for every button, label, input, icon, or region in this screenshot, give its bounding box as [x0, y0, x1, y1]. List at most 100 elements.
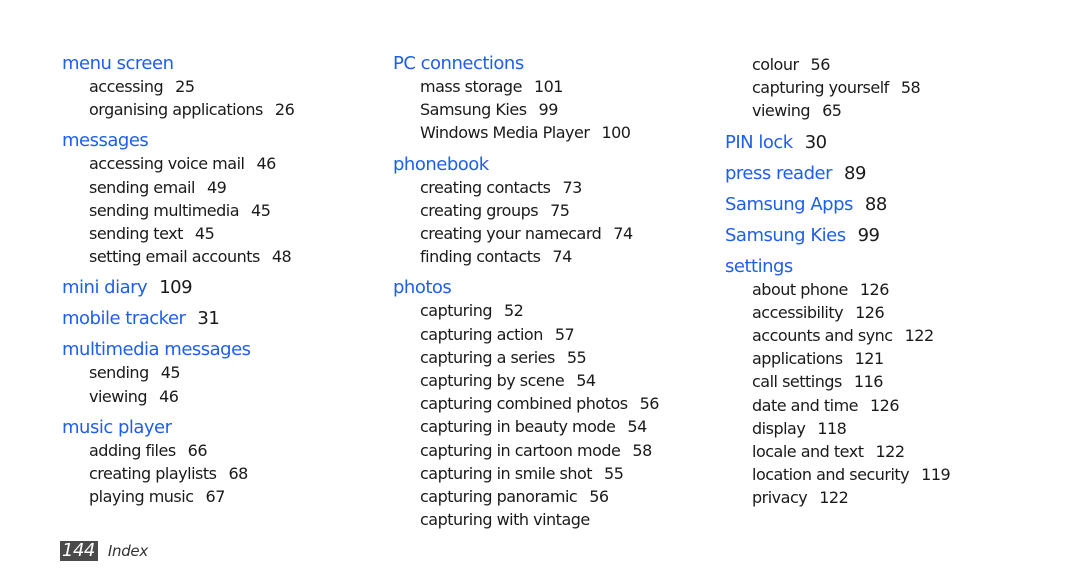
subentry-text: call settings — [752, 372, 842, 392]
index-subentry: accessing voice mail 46 — [89, 152, 294, 175]
index-entry: photos capturing 52 capturing action 57 captu… — [393, 276, 659, 531]
subentry-text: viewing — [89, 386, 148, 406]
index-subentry: applications 121 — [752, 347, 950, 370]
entry-gap — [62, 330, 294, 338]
index-entry: mobile tracker 31 — [62, 307, 294, 330]
subentry-text: date and time — [752, 395, 859, 415]
continued-subentries: colour 56 capturing yourself 58 viewing 65 — [725, 53, 950, 123]
subentry-text: capturing by scene — [420, 371, 565, 391]
index-heading: music player — [62, 416, 294, 439]
index-subentry: creating playlists 68 — [89, 462, 294, 485]
heading-text: PIN lock — [725, 131, 793, 153]
entry-gap — [725, 247, 950, 255]
index-heading: mini diary 109 — [62, 276, 294, 299]
index-heading: Samsung Kies 99 — [725, 224, 950, 247]
subentry-page: 54 — [576, 371, 596, 391]
heading-text: menu screen — [62, 53, 174, 74]
heading-text: Samsung Apps — [725, 193, 853, 215]
subentry-page: 119 — [921, 465, 951, 485]
index-entry: mini diary 109 — [62, 276, 294, 299]
subentry-text: about phone — [752, 279, 848, 299]
index-subentry: organising applications 26 — [89, 98, 295, 121]
subentry-text: accessing — [89, 77, 164, 96]
index-subentry: mass storage 101 — [420, 75, 659, 98]
heading-page: 89 — [844, 162, 866, 184]
entry-gap — [725, 216, 950, 224]
subentry-page: 122 — [904, 326, 935, 346]
subentry-page: 101 — [533, 77, 564, 96]
subentry-page: 126 — [859, 279, 890, 299]
subentry-list: accessing 25 organising applications 26 — [62, 75, 295, 121]
subentry-page: 122 — [875, 442, 905, 462]
index-subentry: capturing in cartoon mode 58 — [420, 439, 659, 462]
page-number-badge: 144 — [60, 541, 98, 561]
subentry-text: capturing combined photos — [420, 394, 628, 414]
heading-text: press reader — [725, 162, 833, 184]
subentry-page: 126 — [870, 395, 900, 415]
heading-page: 99 — [857, 224, 880, 246]
section-title: Index — [107, 542, 148, 560]
subentry-page: 66 — [187, 440, 208, 460]
index-subentry: accessing 25 — [89, 75, 294, 98]
subentry-page: 45 — [160, 363, 181, 383]
subentry-text: accessibility — [752, 302, 844, 322]
subentry-text: adding files — [89, 440, 176, 460]
subentry-page: 26 — [274, 100, 295, 120]
subentry-text: accounts and sync — [752, 326, 893, 346]
subentry-page: 48 — [271, 247, 292, 267]
index-subentry: capturing in beauty mode 54 — [420, 415, 659, 438]
heading-text: multimedia messages — [62, 339, 251, 361]
subentry-text: capturing yourself — [752, 78, 889, 98]
subentry-page: 126 — [855, 302, 885, 322]
subentry-page: 56 — [810, 55, 831, 74]
index-subentry: Windows Media Player 100 — [420, 121, 659, 144]
subentry-page: 99 — [538, 100, 559, 120]
subentry-page: 56 — [639, 394, 660, 414]
heading-text: settings — [725, 255, 793, 277]
subentry-page: 58 — [632, 440, 652, 460]
entry-gap — [62, 121, 294, 129]
index-subentry: creating your namecard 74 — [420, 222, 659, 245]
heading-text: phonebook — [393, 153, 489, 175]
subentry-text: creating contacts — [420, 177, 551, 197]
subentry-page: 73 — [562, 177, 582, 197]
subentry-text: capturing panoramic — [420, 487, 578, 507]
subentry-text: Samsung Kies — [420, 100, 527, 120]
subentry-list: about phone 126 accessibility 126 accounts a… — [725, 278, 951, 510]
index-subentry: display 118 — [752, 417, 950, 440]
subentry-page: 56 — [589, 487, 609, 507]
subentry-text: finding contacts — [420, 247, 541, 267]
subentry-text: sending — [89, 363, 149, 383]
index-entry: music player adding files 66 creating playl… — [62, 416, 294, 509]
index-subentry: viewing 46 — [89, 385, 294, 408]
subentry-list: sending 45 viewing 46 — [62, 361, 294, 407]
index-entry: multimedia messages sending 45 viewing 46 — [62, 338, 294, 407]
index-subentry: colour 56 — [752, 53, 950, 76]
entry-gap — [393, 145, 659, 153]
index-subentry: accounts and sync 122 — [752, 324, 950, 347]
subentry-page: 25 — [175, 77, 195, 96]
index-subentry: creating contacts 73 — [420, 176, 659, 199]
index-heading: photos — [393, 276, 659, 299]
index-subentry: about phone 126 — [752, 278, 950, 301]
heading-text: messages — [62, 130, 149, 152]
subentry-page: 55 — [566, 347, 587, 367]
subentry-list: accessing voice mail 46 sending email 49 sen… — [62, 152, 294, 268]
heading-text: PC connections — [393, 53, 524, 74]
index-subentry: sending multimedia 45 — [89, 199, 294, 222]
subentry-text: setting email accounts — [89, 247, 260, 267]
index-subentry: privacy 122 — [752, 486, 950, 509]
index-subentry: adding files 66 — [89, 439, 294, 462]
subentry-text: Windows Media Player — [420, 123, 590, 143]
subentry-page: 54 — [627, 417, 647, 437]
heading-text: mini diary — [62, 277, 148, 299]
index-entry: Samsung Apps 88 — [725, 193, 950, 216]
heading-text: mobile tracker — [62, 308, 186, 330]
subentry-page: 55 — [604, 463, 624, 483]
index-subentry: capturing 52 — [420, 299, 659, 322]
subentry-text: creating your namecard — [420, 224, 602, 244]
index-subentry: capturing a series 55 — [420, 346, 659, 369]
entry-gap — [725, 123, 950, 131]
index-subentry: capturing action 57 — [420, 323, 659, 346]
entry-gap — [393, 268, 659, 276]
